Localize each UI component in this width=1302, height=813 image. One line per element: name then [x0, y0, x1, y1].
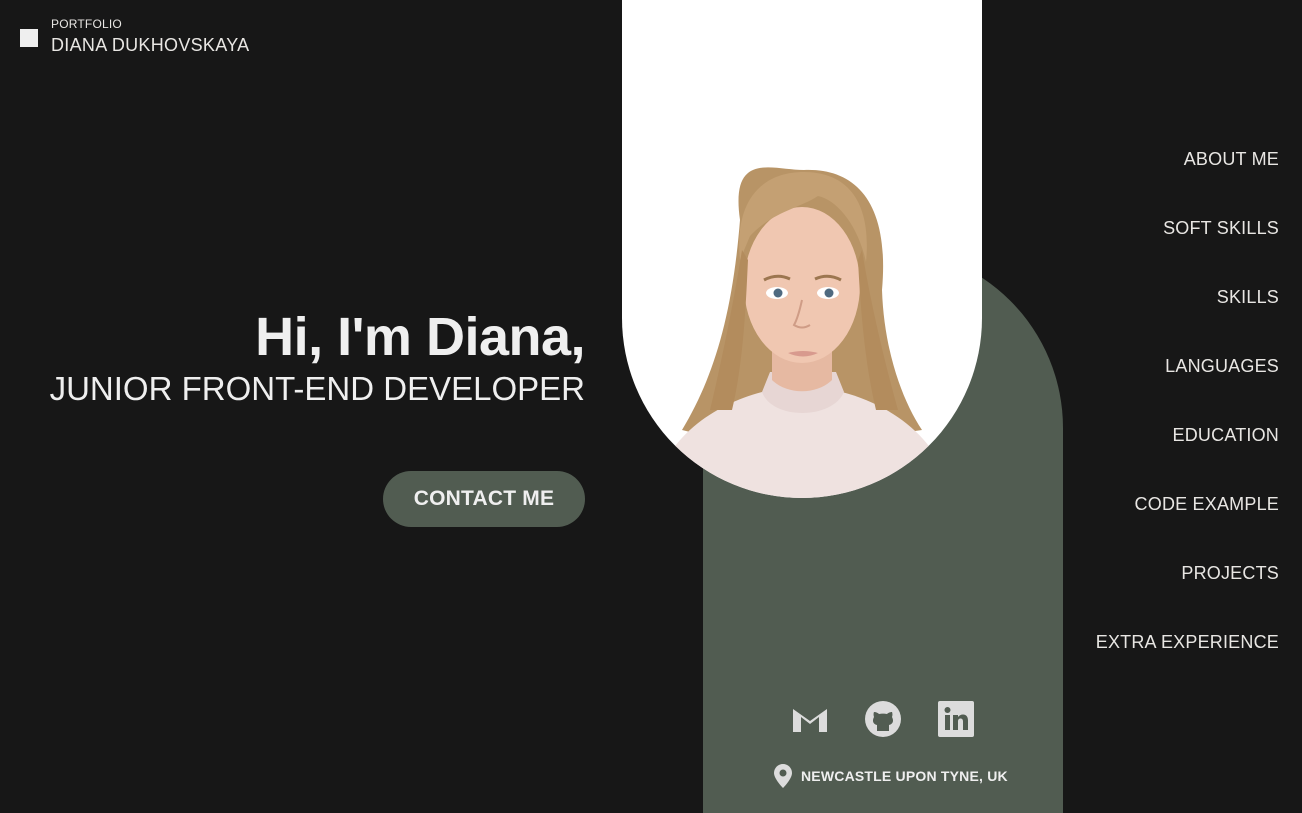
nav-item-about-me[interactable]: ABOUT ME — [1096, 147, 1279, 216]
nav-item-languages[interactable]: LANGUAGES — [1096, 354, 1279, 423]
logo[interactable]: PORTFOLIO DIANA DUKHOVSKAYA — [20, 18, 250, 54]
hero-role: JUNIOR FRONT-END DEVELOPER — [49, 370, 585, 408]
linkedin-icon[interactable] — [936, 700, 976, 738]
logo-text: PORTFOLIO DIANA DUKHOVSKAYA — [51, 18, 250, 54]
map-pin-icon — [774, 764, 792, 788]
profile-photo — [622, 0, 982, 498]
contact-me-button[interactable]: CONTACT ME — [383, 471, 585, 527]
gmail-icon[interactable] — [790, 700, 830, 738]
hero-greeting: Hi, I'm Diana, — [255, 307, 585, 367]
nav-item-code-example[interactable]: CODE EXAMPLE — [1096, 492, 1279, 561]
hero-text: Hi, I'm Diana, JUNIOR FRONT-END DEVELOPE… — [49, 307, 586, 408]
nav-item-projects[interactable]: PROJECTS — [1096, 561, 1279, 630]
location: NEWCASTLE UPON TYNE, UK — [774, 764, 1008, 788]
logo-kicker: PORTFOLIO — [51, 17, 122, 31]
logo-square-icon — [20, 29, 38, 47]
nav-item-extra-experience[interactable]: EXTRA EXPERIENCE — [1096, 630, 1279, 699]
nav-item-soft-skills[interactable]: SOFT SKILLS — [1096, 216, 1279, 285]
location-text: NEWCASTLE UPON TYNE, UK — [801, 768, 1008, 784]
nav-item-education[interactable]: EDUCATION — [1096, 423, 1279, 492]
logo-name: DIANA DUKHOVSKAYA — [51, 35, 250, 55]
main-nav: ABOUT ME SOFT SKILLS SKILLS LANGUAGES ED… — [1096, 147, 1279, 699]
nav-item-skills[interactable]: SKILLS — [1096, 285, 1279, 354]
github-icon[interactable] — [863, 700, 903, 738]
portrait-illustration — [652, 167, 952, 498]
social-links — [790, 700, 976, 738]
